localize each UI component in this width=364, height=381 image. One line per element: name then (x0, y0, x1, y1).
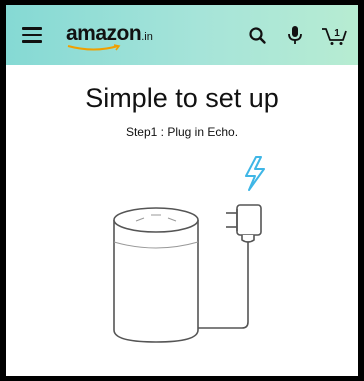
page-title: Simple to set up (85, 83, 279, 113)
lightning-bolt-icon (245, 156, 265, 191)
echo-plug-illustration (113, 156, 265, 343)
amazon-logo[interactable]: amazon.in (66, 22, 153, 52)
power-cable (198, 237, 249, 329)
search-icon[interactable] (246, 23, 270, 47)
echo-device-icon (113, 207, 199, 343)
top-nav-bar: amazon.in 1 (6, 5, 358, 65)
step-instruction: Step1 : Plug in Echo. (125, 125, 239, 139)
cart-count: 1 (334, 28, 340, 39)
power-adapter-icon (226, 204, 262, 243)
app-screen: amazon.in 1 Simple to set up Step1: Plu… (6, 5, 358, 376)
menu-icon[interactable] (22, 27, 42, 43)
logo-text: amazon (66, 22, 142, 45)
cart-icon[interactable]: 1 (320, 23, 348, 47)
logo-suffix: .in (141, 31, 153, 43)
mic-icon[interactable] (283, 23, 307, 47)
logo-smile-icon (67, 44, 121, 51)
